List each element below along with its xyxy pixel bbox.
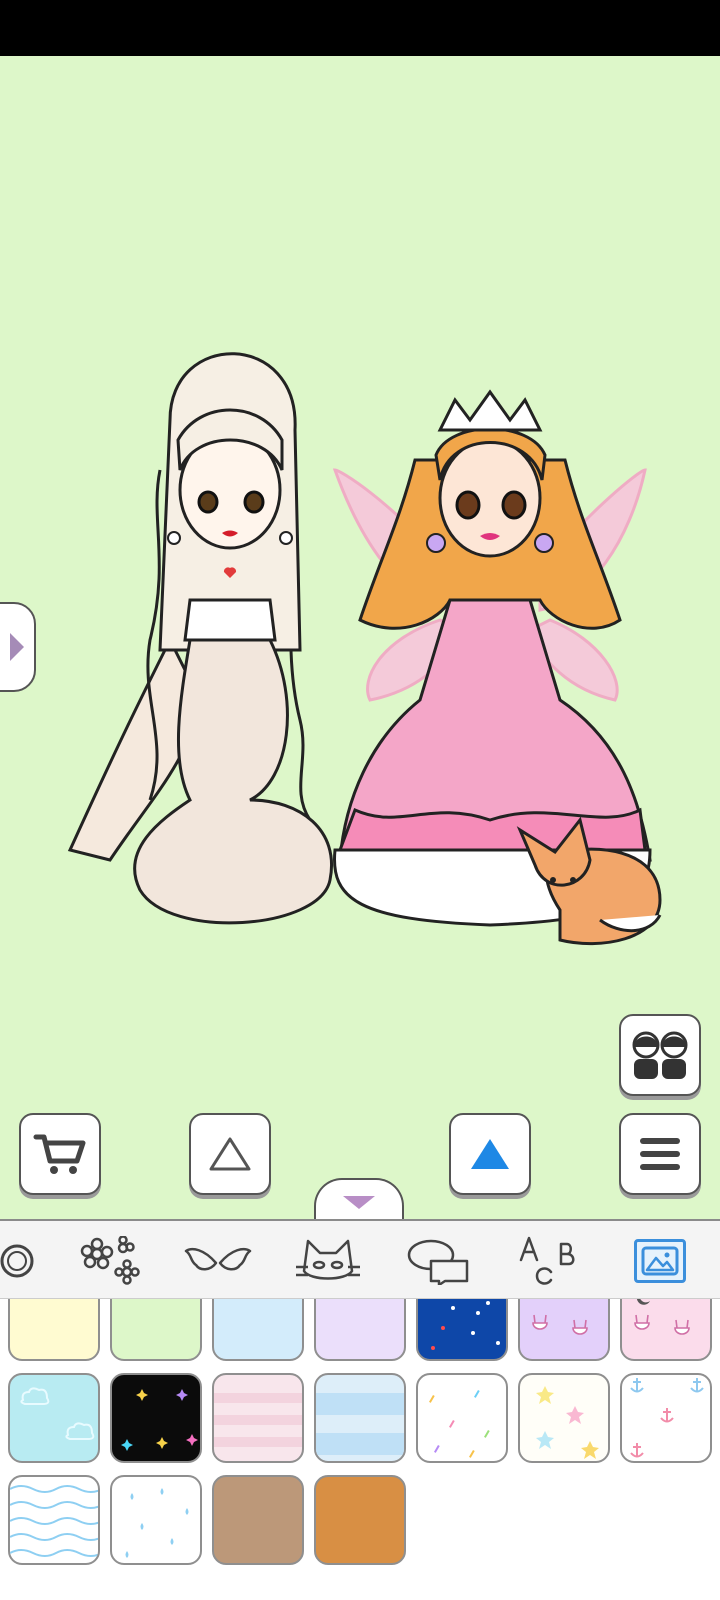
chevron-down-icon [343,1196,375,1209]
category-pets[interactable] [293,1231,363,1291]
category-speech[interactable] [404,1231,474,1291]
raindrops-pattern [125,1488,189,1558]
dressup-scene [0,56,720,1220]
background-swatch-solid[interactable] [8,1299,100,1361]
sparkles-black-pattern [121,1389,198,1451]
background-swatch-clouds[interactable] [8,1373,100,1463]
background-swatch-solid[interactable] [212,1299,304,1361]
background-swatch-confetti[interactable] [416,1373,508,1463]
stars-night-pattern [431,1301,500,1350]
bunnies-pattern [532,1314,588,1335]
background-swatch-solid[interactable] [212,1475,304,1565]
clouds-pattern [20,1387,95,1440]
hamburger-menu-icon [640,1138,680,1170]
wings-icon [184,1247,252,1271]
lamia-girl-character[interactable] [67,352,333,925]
starfish-pattern [536,1386,599,1459]
triangle-up-filled-icon [471,1139,509,1169]
background-swatch-anchors[interactable] [620,1373,712,1463]
confetti-pattern [429,1390,490,1458]
shopping-cart-icon [33,1134,86,1174]
background-swatch-blue-stripes[interactable] [314,1373,406,1463]
background-swatch-stars-night[interactable] [416,1299,508,1361]
triangle-up-fill [471,1139,509,1169]
background-swatch-starfish[interactable] [518,1373,610,1463]
category-bar [0,1219,720,1299]
category-text[interactable] [512,1231,582,1291]
background-swatch-raindrops[interactable] [110,1475,202,1565]
blue-stripes-pattern [316,1393,404,1455]
background-swatch-waves[interactable] [8,1475,100,1565]
waves-pattern [10,1485,98,1557]
menu-button[interactable] [619,1113,701,1195]
abc-letters-icon [519,1236,575,1285]
background-swatch-solid[interactable] [110,1299,202,1361]
speech-bubbles-icon [407,1239,469,1285]
background-swatch-soft-stripes[interactable] [212,1373,304,1463]
category-flowers[interactable] [75,1231,145,1291]
selected-frame [634,1239,686,1283]
play-right-icon [10,633,24,661]
cart-button[interactable] [19,1113,101,1195]
anchors-pattern [630,1378,704,1458]
background-swatch-sparkles-black[interactable] [110,1373,202,1463]
picture-icon [641,1246,679,1276]
category-wings[interactable] [183,1231,253,1291]
background-swatch-solid[interactable] [314,1299,406,1361]
cat-icon [296,1239,360,1280]
category-background[interactable] [625,1231,695,1291]
layer-top-button[interactable] [449,1113,531,1195]
category-accessory[interactable] [0,1231,52,1291]
flowers-icon [80,1236,140,1285]
background-swatch-bunnies[interactable] [518,1299,610,1361]
ring-icon [0,1244,34,1278]
triangle-up-outline-icon [209,1137,251,1171]
soft-stripes-pattern [214,1393,302,1447]
side-panel-toggle[interactable] [0,602,36,692]
collapse-panel-tab[interactable] [314,1178,404,1222]
fairy-princess-character[interactable] [332,389,652,927]
background-swatch-moons-bunnies[interactable] [620,1299,712,1361]
background-swatch-grid [0,1299,720,1600]
layer-up-button[interactable] [189,1113,271,1195]
status-bar [0,0,720,56]
moons-bunnies-pattern [634,1299,690,1335]
two-dolls-icon [632,1031,688,1079]
pair-view-button[interactable] [619,1014,701,1096]
background-swatch-solid[interactable] [314,1475,406,1565]
